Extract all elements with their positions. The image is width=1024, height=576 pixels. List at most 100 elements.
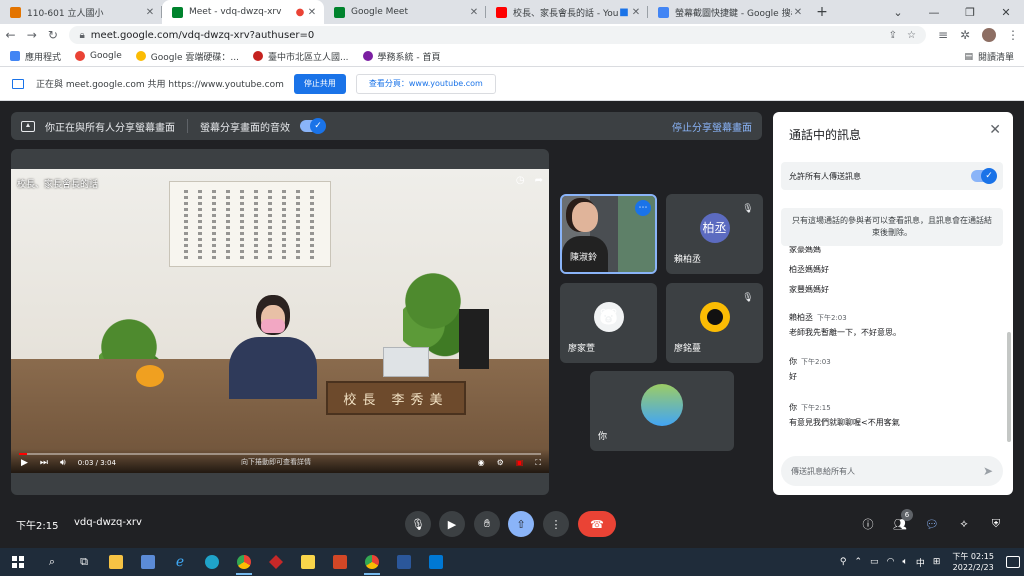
message-list[interactable]: 家豪媽媽 柏丞媽媽好 家豐媽媽好 賴柏丞 下午2:03 老師我先暫離一下，不好意思… (789, 246, 989, 446)
chat-scrollbar[interactable] (1007, 332, 1011, 442)
share-audio-toggle[interactable]: ✓ (300, 118, 326, 134)
close-icon[interactable]: ✕ (306, 7, 318, 18)
activities-button[interactable]: ⟡ (955, 515, 973, 533)
back-icon[interactable]: ← (0, 24, 21, 46)
forward-icon[interactable]: → (21, 24, 42, 46)
send-icon[interactable]: ➤ (983, 464, 993, 478)
file-explorer-icon[interactable] (100, 548, 132, 576)
internet-explorer-icon[interactable]: ℯ (164, 548, 196, 576)
close-icon[interactable]: ✕ (144, 7, 156, 18)
toggle-icon[interactable]: ◉ (478, 458, 485, 468)
tab-youtube[interactable]: 校長、家長會長的話 - YouTube ■ ✕ (486, 0, 648, 24)
participant-tile[interactable]: 🎙︎ 廖銘蔓 (666, 283, 763, 363)
close-icon[interactable]: ✕ (630, 7, 642, 18)
leave-call-button[interactable]: ☎︎ (578, 511, 616, 537)
host-controls-button[interactable]: ⛨ (987, 515, 1005, 533)
bookmark-school-site[interactable]: 臺中市北區立人國... (252, 50, 349, 63)
notification-icon[interactable] (1006, 556, 1020, 568)
minimize-icon[interactable]: — (916, 0, 952, 24)
youtube-logo-icon[interactable]: ▣ (516, 458, 524, 468)
sticky-notes-icon[interactable] (292, 548, 324, 576)
new-tab-button[interactable]: + (810, 0, 834, 24)
bookmark-drive[interactable]: Google 雲端硬碟：... (135, 50, 239, 63)
close-window-icon[interactable]: ✕ (988, 0, 1024, 24)
participant-tile-self[interactable]: 你 (590, 371, 734, 451)
next-icon[interactable]: ⏭ (40, 458, 48, 468)
fullscreen-icon[interactable]: ⛶ (535, 458, 541, 468)
participant-tile[interactable]: ⋯ 陳淑鈴 (560, 194, 657, 274)
monitor-app-icon[interactable] (132, 548, 164, 576)
play-icon[interactable]: ▶ (21, 458, 28, 468)
bookmark-apps[interactable]: 應用程式 (10, 50, 61, 63)
window-controls: ⌄ — ❐ ✕ (880, 0, 1024, 24)
tab-google-search[interactable]: 螢幕截圖快捷鍵 - Google 搜尋 ✕ (648, 0, 810, 24)
clock-icon[interactable]: ◷ (516, 175, 525, 186)
restore-icon[interactable]: ❐ (952, 0, 988, 24)
speaker-icon[interactable]: 🔈︎ (902, 557, 907, 567)
task-view-icon[interactable]: ⧉ (68, 548, 100, 576)
system-clock[interactable]: 下午 02:15 2022/2/23 (952, 551, 994, 573)
start-button[interactable] (0, 548, 36, 576)
youtube-video[interactable]: 校長 李秀美 (11, 169, 549, 473)
meet-stage: 你正在與所有人分享螢幕畫面 螢幕分享畫面的音效 ✓ 停止分享螢幕畫面 校長 李秀… (0, 101, 1024, 548)
bookmark-google[interactable]: Google (75, 51, 122, 61)
view-tab-button[interactable]: 查看分頁：www.youtube.com (355, 73, 496, 94)
allow-messages-toggle[interactable]: ✓ (971, 168, 997, 184)
person-icon[interactable]: ⚲ (840, 557, 847, 567)
search-icon[interactable]: ⌕ (36, 548, 68, 576)
bookmark-student-system[interactable]: 學務系統 - 首頁 (362, 50, 441, 63)
reading-list[interactable]: ▤ 閱讀清單 (964, 50, 1014, 64)
close-icon[interactable]: ✕ (792, 7, 804, 18)
menu-kebab-icon[interactable]: ⋮ (1002, 24, 1024, 46)
address-bar[interactable]: 🔒︎ meet.google.com/vdq-dwzq-xrv?authuser… (69, 26, 926, 44)
avatar (699, 301, 730, 332)
meeting-details-button[interactable]: ⓘ (859, 515, 877, 533)
close-icon[interactable]: ✕ (468, 7, 480, 18)
google-icon (135, 51, 146, 61)
volume-icon[interactable]: 🔊︎ (60, 458, 66, 468)
people-button[interactable]: 👥︎ 6 (891, 509, 913, 533)
photos-icon[interactable] (420, 548, 452, 576)
share-icon[interactable]: ⇪ (889, 30, 897, 41)
microphone-button[interactable]: 🎙︎ (405, 511, 431, 537)
close-icon[interactable]: ✕ (989, 122, 1001, 138)
chrome-icon[interactable] (228, 548, 260, 576)
participant-tile[interactable]: 🐻︎ 廖家萱 (560, 283, 657, 363)
powerpoint-icon[interactable] (324, 548, 356, 576)
extensions-icon[interactable]: ✲ (954, 24, 976, 46)
share-arrow-icon[interactable]: ➦ (535, 175, 543, 186)
profile-avatar[interactable] (982, 28, 996, 42)
menu-kebab-icon: ⋮ (550, 517, 562, 531)
more-options-button[interactable]: ⋮ (543, 511, 569, 537)
raise-hand-button[interactable]: ✋︎ (474, 511, 500, 537)
tab-google-meet[interactable]: Google Meet ✕ (324, 0, 486, 24)
present-button[interactable]: ⇧ (508, 511, 534, 537)
ime-mode-icon[interactable]: ⊞ (933, 557, 941, 567)
ime-indicator[interactable]: 中 (916, 556, 925, 569)
video-progress-bar[interactable] (19, 453, 541, 455)
participant-tile[interactable]: 🎙︎ 柏丞 賴柏丞 (666, 194, 763, 274)
sharing-message: 正在與 meet.google.com 共用 https://www.youtu… (36, 80, 284, 90)
chat-button[interactable]: 💬︎ (923, 515, 941, 533)
bookmark-star-icon[interactable]: ☆ (907, 30, 916, 41)
chat-input[interactable]: 傳送訊息給所有人 ➤ (781, 456, 1003, 486)
chevron-up-icon[interactable]: ⌃ (855, 557, 863, 567)
lock-icon[interactable]: 🔒︎ (79, 30, 84, 41)
tab-meet-active[interactable]: Meet - vdq-dwzq-xrv ● ✕ (162, 0, 324, 24)
chrome-icon[interactable] (356, 548, 388, 576)
reload-icon[interactable]: ↻ (42, 24, 63, 46)
media-control-icon[interactable]: ≡ (932, 24, 954, 46)
edge-icon[interactable] (196, 548, 228, 576)
tab-school[interactable]: 110-601 立人國小 ✕ (0, 0, 162, 24)
word-icon[interactable] (388, 548, 420, 576)
stop-presenting-link[interactable]: 停止分享螢幕畫面 (672, 119, 752, 134)
stop-sharing-button[interactable]: 停止共用 (293, 73, 346, 94)
settings-gear-icon[interactable]: ⚙ (497, 458, 504, 468)
tab-search-icon[interactable]: ⌄ (880, 0, 916, 24)
wifi-icon[interactable]: ◠ (887, 557, 895, 567)
network-icon[interactable]: ▭ (870, 557, 879, 567)
camera-button[interactable]: ▶ (439, 511, 465, 537)
game-app-icon[interactable] (260, 548, 292, 576)
meeting-time: 下午2:15 (16, 521, 59, 532)
more-options-icon[interactable]: ⋯ (635, 200, 651, 216)
